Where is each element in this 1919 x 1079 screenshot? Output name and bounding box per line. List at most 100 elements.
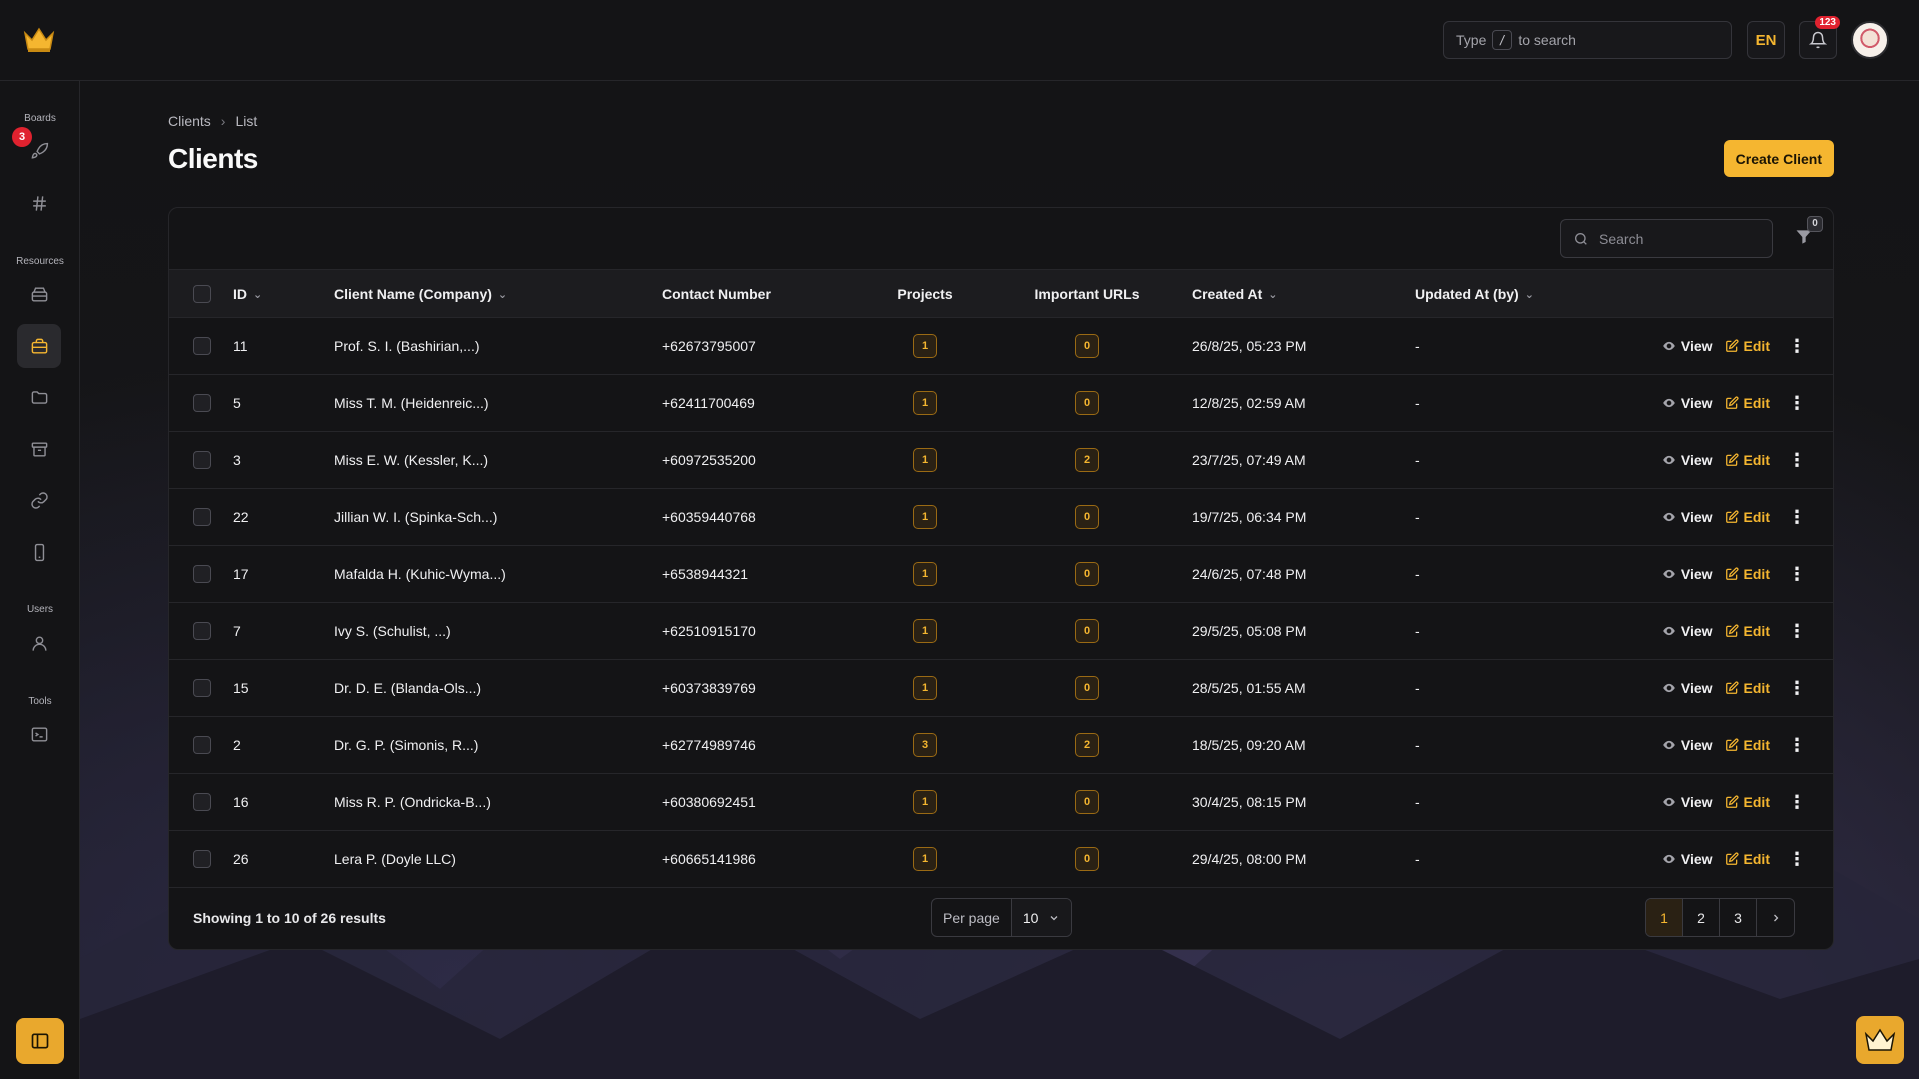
eye-icon bbox=[1663, 512, 1675, 522]
row-checkbox[interactable] bbox=[193, 793, 211, 812]
more-options-icon[interactable]: ⋮ bbox=[1788, 565, 1806, 583]
row-checkbox[interactable] bbox=[193, 679, 211, 698]
view-button[interactable]: View bbox=[1662, 509, 1713, 525]
urls-count-badge: 0 bbox=[1075, 334, 1099, 358]
row-checkbox[interactable] bbox=[193, 622, 211, 641]
column-header-id[interactable]: ID ⌄ bbox=[233, 269, 334, 318]
view-button[interactable]: View bbox=[1662, 395, 1713, 411]
cell-created-at: 24/6/25, 07:48 PM bbox=[1192, 566, 1307, 582]
edit-label: Edit bbox=[1743, 395, 1770, 411]
select-all-checkbox[interactable] bbox=[193, 284, 211, 303]
cell-client-name: Mafalda H. (Kuhic-Wyma...) bbox=[334, 566, 506, 582]
create-client-button[interactable]: Create Client bbox=[1723, 140, 1834, 177]
chevron-down-icon: ⌄ bbox=[497, 288, 508, 301]
table-row[interactable]: 17 Mafalda H. (Kuhic-Wyma...) +6538944321 1… bbox=[169, 546, 1833, 603]
row-checkbox[interactable] bbox=[193, 337, 211, 356]
edit-button[interactable]: Edit bbox=[1725, 338, 1770, 354]
sidebar-collapse-button[interactable] bbox=[16, 1018, 64, 1064]
edit-button[interactable]: Edit bbox=[1725, 509, 1770, 525]
sidebar-item-archive[interactable] bbox=[17, 427, 61, 471]
column-id-label: ID bbox=[233, 285, 247, 302]
sidebar-item-channels[interactable] bbox=[17, 181, 61, 225]
notifications-button[interactable]: 123 bbox=[1799, 16, 1840, 59]
per-page-select[interactable]: Per page 10 bbox=[931, 898, 1073, 937]
table-search-input[interactable]: Search bbox=[1560, 219, 1773, 258]
edit-button[interactable]: Edit bbox=[1725, 851, 1770, 867]
column-name-label: Client Name (Company) bbox=[334, 285, 492, 302]
column-header-contact: Contact Number bbox=[662, 269, 864, 318]
view-button[interactable]: View bbox=[1662, 566, 1713, 582]
language-button[interactable]: EN bbox=[1747, 21, 1785, 59]
cell-updated-at: - bbox=[1415, 338, 1420, 354]
column-header-created[interactable]: Created At ⌄ bbox=[1188, 269, 1415, 318]
edit-label: Edit bbox=[1743, 737, 1770, 753]
mobile-icon bbox=[34, 543, 44, 561]
table-row[interactable]: 2 Dr. G. P. (Simonis, R...) +62774989746 3 2… bbox=[169, 717, 1833, 774]
row-checkbox[interactable] bbox=[193, 508, 211, 527]
cell-contact: +60972535200 bbox=[662, 452, 756, 468]
row-checkbox[interactable] bbox=[193, 565, 211, 584]
cell-client-name: Prof. S. I. (Bashirian,...) bbox=[334, 338, 480, 354]
more-options-icon[interactable]: ⋮ bbox=[1788, 679, 1806, 697]
edit-button[interactable]: Edit bbox=[1725, 623, 1770, 639]
edit-button[interactable]: Edit bbox=[1725, 566, 1770, 582]
sidebar-item-users[interactable] bbox=[17, 621, 61, 665]
more-options-icon[interactable]: ⋮ bbox=[1788, 394, 1806, 412]
sidebar-item-links[interactable] bbox=[17, 478, 61, 522]
more-options-icon[interactable]: ⋮ bbox=[1788, 793, 1806, 811]
table-row[interactable]: 22 Jillian W. I. (Spinka-Sch...) +60359440… bbox=[169, 489, 1833, 546]
filter-button[interactable]: 0 bbox=[1789, 216, 1823, 252]
table-row[interactable]: 11 Prof. S. I. (Bashirian,...) +6267379500… bbox=[169, 318, 1833, 375]
view-button[interactable]: View bbox=[1662, 338, 1713, 354]
more-options-icon[interactable]: ⋮ bbox=[1788, 622, 1806, 640]
table-row[interactable]: 7 Ivy S. (Schulist, ...) +62510915170 1 0 29/… bbox=[169, 603, 1833, 660]
sidebar-item-devices[interactable] bbox=[17, 530, 61, 574]
row-checkbox[interactable] bbox=[193, 394, 211, 413]
global-search[interactable]: Type / to search bbox=[1443, 21, 1732, 59]
edit-button[interactable]: Edit bbox=[1725, 395, 1770, 411]
view-button[interactable]: View bbox=[1662, 851, 1713, 867]
more-options-icon[interactable]: ⋮ bbox=[1788, 736, 1806, 754]
per-page-value-wrapper[interactable]: 10 bbox=[1011, 899, 1072, 936]
page-button-1[interactable]: 1 bbox=[1646, 899, 1683, 936]
mascot-widget-button[interactable] bbox=[1856, 1016, 1904, 1064]
page-button-2[interactable]: 2 bbox=[1683, 899, 1720, 936]
more-options-icon[interactable]: ⋮ bbox=[1788, 850, 1806, 868]
cell-id: 2 bbox=[233, 737, 241, 753]
view-button[interactable]: View bbox=[1662, 623, 1713, 639]
more-options-icon[interactable]: ⋮ bbox=[1788, 508, 1806, 526]
user-avatar[interactable] bbox=[1851, 21, 1889, 59]
edit-button[interactable]: Edit bbox=[1725, 680, 1770, 696]
table-row[interactable]: 16 Miss R. P. (Ondricka-B...) +60380692451… bbox=[169, 774, 1833, 831]
edit-label: Edit bbox=[1743, 680, 1770, 696]
table-row[interactable]: 26 Lera P. (Doyle LLC) +60665141986 1 0 29/4/… bbox=[169, 831, 1833, 888]
projects-count-badge: 1 bbox=[913, 334, 937, 358]
column-header-name[interactable]: Client Name (Company) ⌄ bbox=[334, 269, 662, 318]
more-options-icon[interactable]: ⋮ bbox=[1788, 337, 1806, 355]
edit-button[interactable]: Edit bbox=[1725, 794, 1770, 810]
edit-button[interactable]: Edit bbox=[1725, 737, 1770, 753]
row-checkbox[interactable] bbox=[193, 451, 211, 470]
urls-count-badge: 0 bbox=[1075, 847, 1099, 871]
table-row[interactable]: 5 Miss T. M. (Heidenreic...) +62411700469 1… bbox=[169, 375, 1833, 432]
sidebar-item-terminal[interactable] bbox=[17, 712, 61, 756]
view-button[interactable]: View bbox=[1662, 680, 1713, 696]
next-page-button[interactable] bbox=[1757, 899, 1794, 936]
view-button[interactable]: View bbox=[1662, 737, 1713, 753]
row-checkbox[interactable] bbox=[193, 736, 211, 755]
table-row[interactable]: 3 Miss E. W. (Kessler, K...) +60972535200 1… bbox=[169, 432, 1833, 489]
edit-button[interactable]: Edit bbox=[1725, 452, 1770, 468]
view-button[interactable]: View bbox=[1662, 794, 1713, 810]
view-button[interactable]: View bbox=[1662, 452, 1713, 468]
column-header-updated[interactable]: Updated At (by) ⌄ bbox=[1415, 269, 1597, 318]
page-button-3[interactable]: 3 bbox=[1720, 899, 1757, 936]
row-checkbox[interactable] bbox=[193, 850, 211, 869]
sidebar-item-inbox[interactable] bbox=[17, 272, 61, 316]
sidebar-item-clients[interactable] bbox=[17, 324, 61, 368]
sidebar-item-projects[interactable] bbox=[17, 375, 61, 419]
more-options-icon[interactable]: ⋮ bbox=[1788, 451, 1806, 469]
sidebar-item-boards[interactable]: 3 bbox=[12, 127, 61, 173]
breadcrumb-clients-link[interactable]: Clients bbox=[168, 113, 211, 129]
table-row[interactable]: 15 Dr. D. E. (Blanda-Ols...) +60373839769 1… bbox=[169, 660, 1833, 717]
crown-logo-icon[interactable] bbox=[22, 24, 56, 54]
